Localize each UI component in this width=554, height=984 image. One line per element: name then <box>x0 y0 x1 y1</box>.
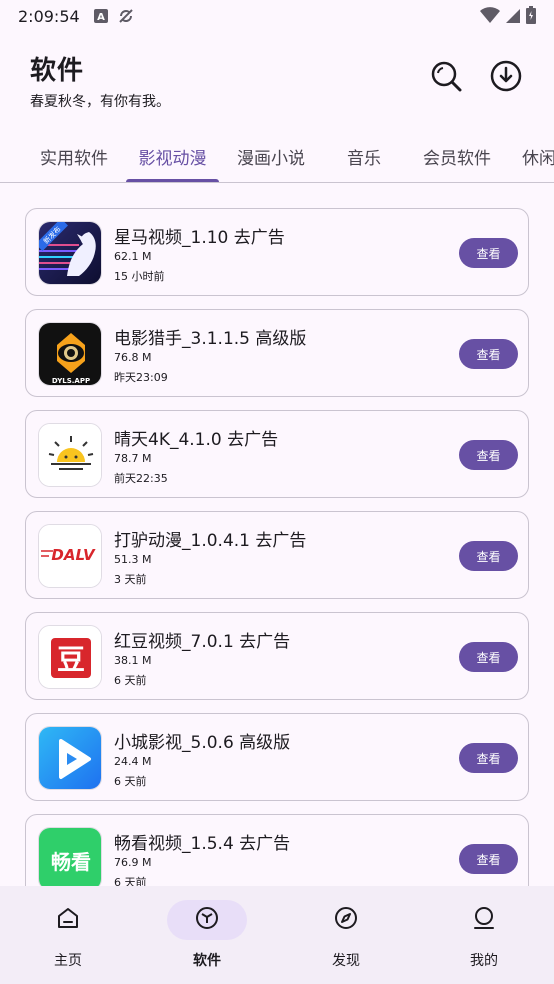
nav-profile-label: 我的 <box>470 953 498 969</box>
page-title: 软件 <box>30 56 85 86</box>
tab-video-anime[interactable]: 影视动漫 <box>126 130 219 182</box>
app-name: 小城影视_5.0.6 高级版 <box>114 733 291 753</box>
svg-text:畅看: 畅看 <box>51 850 91 874</box>
app-time: 昨天23:09 <box>114 371 168 384</box>
nav-home[interactable]: 主页 <box>28 900 108 970</box>
battery-icon <box>526 6 536 28</box>
view-button[interactable]: 查看 <box>459 844 518 874</box>
person-icon <box>471 905 497 935</box>
view-button[interactable]: 查看 <box>459 743 518 773</box>
download-button[interactable] <box>488 60 524 96</box>
home-icon <box>55 905 81 935</box>
cube-icon <box>194 905 220 935</box>
dalv-icon: DALV <box>38 524 102 588</box>
list-item[interactable]: 新发布 星马视频_1.10 去广告 62.1 M 15 小时前 查看 <box>25 208 529 296</box>
app-size: 24.4 M <box>114 755 152 768</box>
tab-active-indicator <box>126 179 219 182</box>
app-name: 打驴动漫_1.0.4.1 去广告 <box>114 531 307 551</box>
app-time: 3 天前 <box>114 573 147 586</box>
list-item[interactable]: 豆 红豆视频_7.0.1 去广告 38.1 M 6 天前 查看 <box>25 612 529 700</box>
app-size: 78.7 M <box>114 452 152 465</box>
page-subtitle: 春夏秋冬，有你有我。 <box>30 94 170 110</box>
svg-text:DYLS.APP: DYLS.APP <box>52 377 90 385</box>
nav-profile[interactable]: 我的 <box>444 900 524 970</box>
notification-a-icon: A <box>93 9 108 23</box>
app-size: 76.8 M <box>114 351 152 364</box>
view-button[interactable]: 查看 <box>459 238 518 268</box>
search-icon <box>430 60 462 96</box>
app-size: 51.3 M <box>114 553 152 566</box>
tab-music[interactable]: 音乐 <box>323 130 405 182</box>
view-button[interactable]: 查看 <box>459 440 518 470</box>
nav-discover-pill <box>306 900 386 940</box>
compass-icon <box>333 905 359 935</box>
nav-software[interactable]: 软件 <box>167 900 247 970</box>
app-size: 62.1 M <box>114 250 152 263</box>
notification-no-sync-icon <box>118 8 134 24</box>
app-time: 6 天前 <box>114 775 147 788</box>
bottom-navigation: 主页 软件 发现 我的 <box>0 886 554 984</box>
nav-home-pill <box>28 900 108 940</box>
status-bar: 2:09:54 A <box>0 0 554 32</box>
nav-profile-pill <box>444 900 524 940</box>
tab-vip[interactable]: 会员软件 <box>411 130 503 182</box>
nav-software-label: 软件 <box>193 953 221 969</box>
list-item[interactable]: 小城影视_5.0.6 高级版 24.4 M 6 天前 查看 <box>25 713 529 801</box>
tab-utility[interactable]: 实用软件 <box>28 130 120 182</box>
view-button[interactable]: 查看 <box>459 339 518 369</box>
tab-leisure[interactable]: 休闲 <box>509 130 554 182</box>
changkan-icon: 畅看 <box>38 827 102 891</box>
svg-text:DALV: DALV <box>51 546 96 564</box>
tab-comic-novel[interactable]: 漫画小说 <box>225 130 317 182</box>
signal-icon <box>506 7 520 27</box>
app-size: 76.9 M <box>114 856 152 869</box>
app-name: 电影猎手_3.1.1.5 高级版 <box>114 329 307 349</box>
app-name: 晴天4K_4.1.0 去广告 <box>114 430 279 450</box>
search-button[interactable] <box>428 60 464 96</box>
starhorse-icon: 新发布 <box>38 221 102 285</box>
list-item[interactable]: 晴天4K_4.1.0 去广告 78.7 M 前天22:35 查看 <box>25 410 529 498</box>
nav-discover[interactable]: 发现 <box>306 900 386 970</box>
nav-software-pill <box>167 900 247 940</box>
movie-hunter-icon: DYLS.APP <box>38 322 102 386</box>
header: 软件 春夏秋冬，有你有我。 <box>30 50 170 111</box>
view-button[interactable]: 查看 <box>459 541 518 571</box>
app-name: 畅看视频_1.5.4 去广告 <box>114 834 291 854</box>
view-button[interactable]: 查看 <box>459 642 518 672</box>
play-icon <box>38 726 102 790</box>
app-size: 38.1 M <box>114 654 152 667</box>
hongdou-icon: 豆 <box>38 625 102 689</box>
category-tabs: 实用软件 影视动漫 漫画小说 音乐 会员软件 休闲 <box>0 130 554 183</box>
app-time: 15 小时前 <box>114 270 165 283</box>
wifi-icon <box>480 7 500 27</box>
app-name: 红豆视频_7.0.1 去广告 <box>114 632 291 652</box>
nav-discover-label: 发现 <box>332 953 360 969</box>
app-time: 6 天前 <box>114 674 147 687</box>
svg-text:豆: 豆 <box>57 643 85 676</box>
download-icon <box>490 60 522 96</box>
app-time: 前天22:35 <box>114 472 168 485</box>
svg-text:A: A <box>97 12 105 23</box>
list-item[interactable]: DYLS.APP 电影猎手_3.1.1.5 高级版 76.8 M 昨天23:09… <box>25 309 529 397</box>
nav-home-label: 主页 <box>54 953 82 969</box>
list-item[interactable]: DALV 打驴动漫_1.0.4.1 去广告 51.3 M 3 天前 查看 <box>25 511 529 599</box>
status-time: 2:09:54 <box>18 6 80 26</box>
sunny-icon <box>38 423 102 487</box>
app-name: 星马视频_1.10 去广告 <box>114 228 285 248</box>
